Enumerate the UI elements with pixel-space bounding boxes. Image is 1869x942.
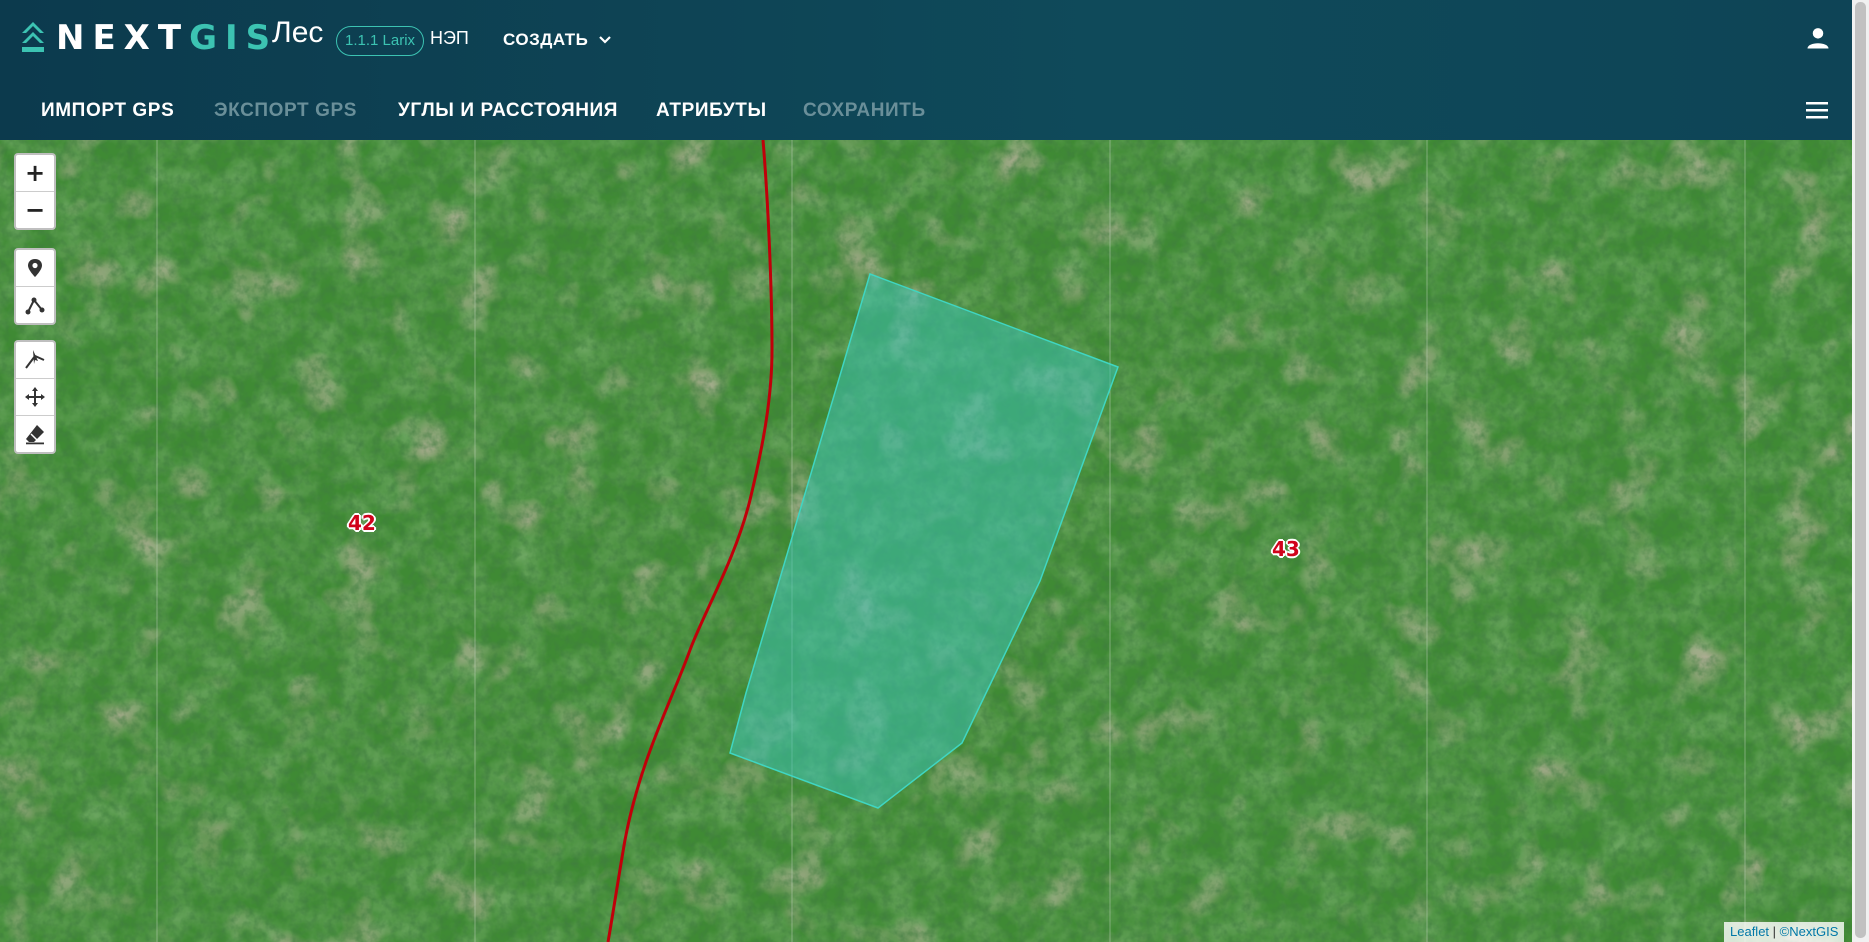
create-label: СОЗДАТЬ	[503, 30, 589, 49]
edit-vertex-button[interactable]	[16, 342, 54, 378]
attributes-button[interactable]: АТРИБУТЫ	[656, 100, 767, 122]
menu-icon[interactable]	[1805, 100, 1829, 120]
draw-polyline-button[interactable]	[16, 286, 54, 323]
export-gps-button[interactable]: ЭКСПОРТ GPS	[214, 100, 357, 122]
create-dropdown[interactable]: СОЗДАТЬ	[503, 30, 612, 50]
logo-next: NEXT	[56, 18, 190, 58]
quarter-label-42: 42	[348, 511, 376, 535]
draw-marker-button[interactable]	[16, 250, 54, 286]
zoom-out-button[interactable]: −	[16, 191, 54, 228]
logo-gis: GIS	[189, 18, 279, 58]
save-button[interactable]: СОХРАНИТЬ	[803, 100, 926, 122]
logo-mark-icon	[22, 22, 44, 52]
zoom-in-button[interactable]: +	[16, 155, 54, 191]
polyline-icon	[25, 297, 45, 315]
version-badge: 1.1.1 Larix	[336, 26, 425, 56]
zoom-control: + −	[14, 153, 56, 230]
chevron-down-icon	[599, 36, 612, 44]
edit-toolbar	[14, 340, 56, 454]
user-icon[interactable]	[1804, 24, 1832, 52]
eraser-icon	[26, 425, 44, 445]
draw-toolbar	[14, 248, 56, 325]
import-gps-button[interactable]: ИМПОРТ GPS	[41, 100, 174, 122]
nextgis-link[interactable]: ©NextGIS	[1780, 924, 1839, 939]
logo-text: NEXTGIS	[56, 18, 278, 58]
edit-vertex-icon	[25, 350, 45, 369]
app-name: Лес	[272, 16, 324, 49]
eraser-button[interactable]	[16, 415, 54, 452]
move-button[interactable]	[16, 378, 54, 415]
satellite-imagery	[0, 140, 1852, 942]
leaflet-link[interactable]: Leaflet	[1730, 924, 1769, 939]
page-scrollbar[interactable]	[1852, 0, 1869, 942]
move-icon	[25, 387, 45, 407]
attribution-separator: |	[1769, 924, 1780, 939]
nep-label: НЭП	[430, 28, 469, 48]
quarter-label-43: 43	[1272, 537, 1300, 561]
map-attribution: Leaflet | ©NextGIS	[1724, 922, 1845, 942]
map-view[interactable]: 42 43	[0, 140, 1852, 942]
nextgis-logo[interactable]: NEXTGIS	[20, 18, 278, 58]
scrollbar-thumb[interactable]	[1855, 2, 1866, 938]
marker-icon	[28, 259, 42, 277]
angles-distances-button[interactable]: УГЛЫ И РАССТОЯНИЯ	[398, 100, 618, 122]
